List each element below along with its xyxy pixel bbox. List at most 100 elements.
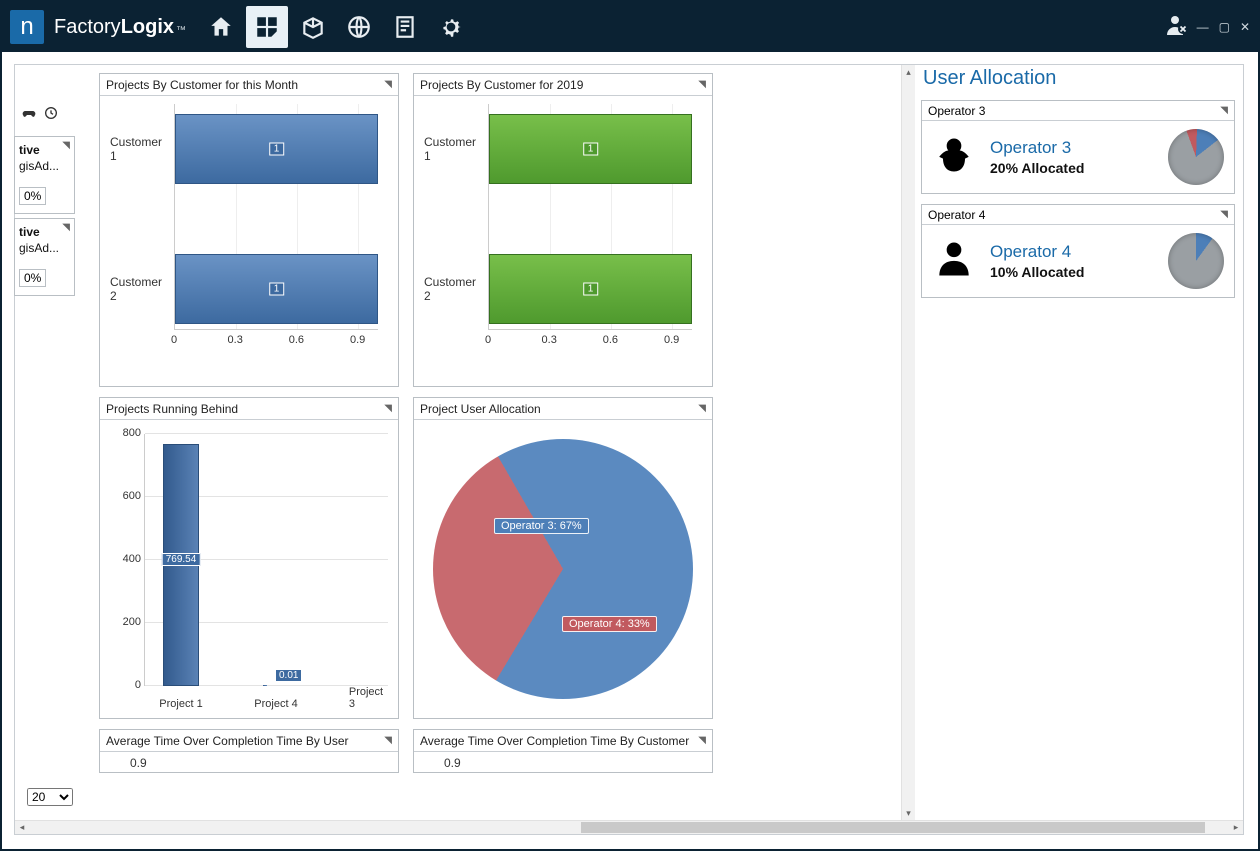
expand-icon[interactable]: ◥ <box>698 403 706 414</box>
panel-title: Projects By Customer for 2019 <box>420 78 583 92</box>
bar-value-label: 0.01 <box>275 669 302 682</box>
hbar-chart-month: 1 1 Customer 1 Customer 2 0 0.3 0.6 0.9 <box>110 104 388 354</box>
left-clipped-card[interactable]: ◥ tive gisAd... 0% <box>14 218 75 296</box>
x-tick: 0.3 <box>228 334 243 346</box>
x-category-label: Project 3 <box>349 686 383 710</box>
chart-tick: 0.9 <box>414 752 712 778</box>
expand-icon[interactable]: ◥ <box>384 79 392 90</box>
x-tick: 0.3 <box>542 334 557 346</box>
bar-value-label: 1 <box>269 283 285 296</box>
scroll-down-icon[interactable]: ▾ <box>902 806 915 820</box>
ua-name: Operator 4 <box>990 242 1154 262</box>
document-toolbar-button[interactable] <box>384 6 426 48</box>
panel-avg-time-by-user: Average Time Over Completion Time By Use… <box>99 729 399 773</box>
y-tick: 600 <box>123 490 141 502</box>
ua-allocation: 20% Allocated <box>990 160 1154 176</box>
vertical-scrollbar[interactable]: ▴ ▾ <box>901 65 915 820</box>
chart-tick: 0.9 <box>100 752 398 778</box>
y-tick: 200 <box>123 616 141 628</box>
user-allocation-card[interactable]: Operator 3 ◥ Operator 3 20% Allocated <box>921 100 1235 194</box>
x-tick: 0 <box>485 334 491 346</box>
bar-value-label: 1 <box>583 143 599 156</box>
ua-allocation: 10% Allocated <box>990 264 1154 280</box>
user-allocation-card[interactable]: Operator 4 ◥ Operator 4 10% Allocated <box>921 204 1235 298</box>
panel-avg-time-by-customer: Average Time Over Completion Time By Cus… <box>413 729 713 773</box>
ua-card-head: Operator 3 <box>928 104 985 118</box>
x-tick: 0.6 <box>289 334 304 346</box>
brand-tm: ™ <box>176 25 186 36</box>
vbar-chart-behind: 0 200 400 600 800 769.54 0.01 Project 1 <box>106 428 392 710</box>
y-category-label: Customer 2 <box>424 275 484 303</box>
expand-icon[interactable]: ◥ <box>698 735 706 746</box>
scroll-right-icon[interactable]: ▸ <box>1229 821 1243 834</box>
y-tick: 400 <box>123 553 141 565</box>
ua-card-head: Operator 4 <box>928 208 985 222</box>
right-user-allocation-panel: User Allocation Operator 3 ◥ Operator 3 2… <box>915 65 1243 834</box>
home-toolbar-button[interactable] <box>200 6 242 48</box>
x-tick: 0.9 <box>350 334 365 346</box>
left-card-line2: gisAd... <box>19 241 70 255</box>
panel-title: Average Time Over Completion Time By Use… <box>106 734 349 748</box>
y-category-label: Customer 1 <box>110 135 170 163</box>
package-toolbar-button[interactable] <box>292 6 334 48</box>
expand-icon[interactable]: ◥ <box>62 140 70 151</box>
maximize-button[interactable]: ▢ <box>1219 20 1230 34</box>
x-tick: 0.6 <box>603 334 618 346</box>
globe-toolbar-button[interactable] <box>338 6 380 48</box>
x-tick: 0 <box>171 334 177 346</box>
settings-toolbar-button[interactable] <box>430 6 472 48</box>
left-card-pct: 0% <box>19 269 46 287</box>
y-tick: 800 <box>123 427 141 439</box>
ua-mini-pie <box>1168 129 1224 185</box>
y-tick: 0 <box>135 679 141 691</box>
minimize-button[interactable]: — <box>1197 20 1209 34</box>
x-category-label: Project 4 <box>254 698 297 710</box>
expand-icon[interactable]: ◥ <box>1220 105 1228 116</box>
window-controls: — ▢ ✕ <box>1197 20 1250 34</box>
scroll-up-icon[interactable]: ▴ <box>902 65 915 79</box>
left-sidebar: ◥ tive gisAd... 0% ◥ tive gisAd... 0% 20 <box>15 65 75 834</box>
brand-text: FactoryLogix™ <box>54 16 186 39</box>
brand-part1: Factory <box>54 16 121 39</box>
expand-icon[interactable]: ◥ <box>384 403 392 414</box>
left-pagesize-select[interactable]: 20 <box>27 788 73 806</box>
dashboard-toolbar-button[interactable] <box>246 6 288 48</box>
content-frame: ◥ tive gisAd... 0% ◥ tive gisAd... 0% 20 <box>14 64 1244 835</box>
left-card-pct: 0% <box>19 187 46 205</box>
pie-slice-label: Operator 4: 33% <box>562 616 657 632</box>
clock-icon[interactable] <box>43 105 59 126</box>
bar-value-label: 1 <box>583 283 599 296</box>
expand-icon[interactable]: ◥ <box>384 735 392 746</box>
person-icon <box>932 133 976 182</box>
panel-title: Projects Running Behind <box>106 402 238 416</box>
pie-slice-label: Operator 3: 67% <box>494 518 589 534</box>
left-clipped-card[interactable]: ◥ tive gisAd... 0% <box>14 136 75 214</box>
expand-icon[interactable]: ◥ <box>62 222 70 233</box>
x-category-label: Project 1 <box>159 698 202 710</box>
brand-part2: Logix <box>121 16 174 39</box>
y-category-label: Customer 1 <box>424 135 484 163</box>
panel-title: Project User Allocation <box>420 402 541 416</box>
expand-icon[interactable]: ◥ <box>698 79 706 90</box>
pie-chart-allocation <box>433 439 693 699</box>
ua-mini-pie <box>1168 233 1224 289</box>
expand-icon[interactable]: ◥ <box>1220 209 1228 220</box>
panel-title: Average Time Over Completion Time By Cus… <box>420 734 689 748</box>
gamepad-icon[interactable] <box>21 105 37 126</box>
panel-projects-by-customer-year: Projects By Customer for 2019 ◥ 1 1 Custo… <box>413 73 713 387</box>
hbar-chart-year: 1 1 Customer 1 Customer 2 0 0.3 0.6 0.9 <box>424 104 702 354</box>
right-panel-title: User Allocation <box>923 67 1235 90</box>
left-card-line2: gisAd... <box>19 159 70 173</box>
panel-projects-running-behind: Projects Running Behind ◥ 0 200 400 600 8… <box>99 397 399 719</box>
main-dashboard-area: Projects By Customer for this Month◥ 1 1… <box>75 65 915 834</box>
user-menu-icon[interactable] <box>1165 13 1189 42</box>
scroll-left-icon[interactable]: ◂ <box>15 821 29 834</box>
panel-projects-by-customer-month: Projects By Customer for this Month◥ 1 1… <box>99 73 399 387</box>
person-icon <box>932 237 976 286</box>
horizontal-scrollbar[interactable]: ◂ ▸ <box>15 820 1243 834</box>
brand-logo: n <box>10 10 44 44</box>
close-button[interactable]: ✕ <box>1240 20 1250 34</box>
ua-name: Operator 3 <box>990 138 1154 158</box>
bar-value-label: 1 <box>269 143 285 156</box>
x-tick: 0.9 <box>664 334 679 346</box>
